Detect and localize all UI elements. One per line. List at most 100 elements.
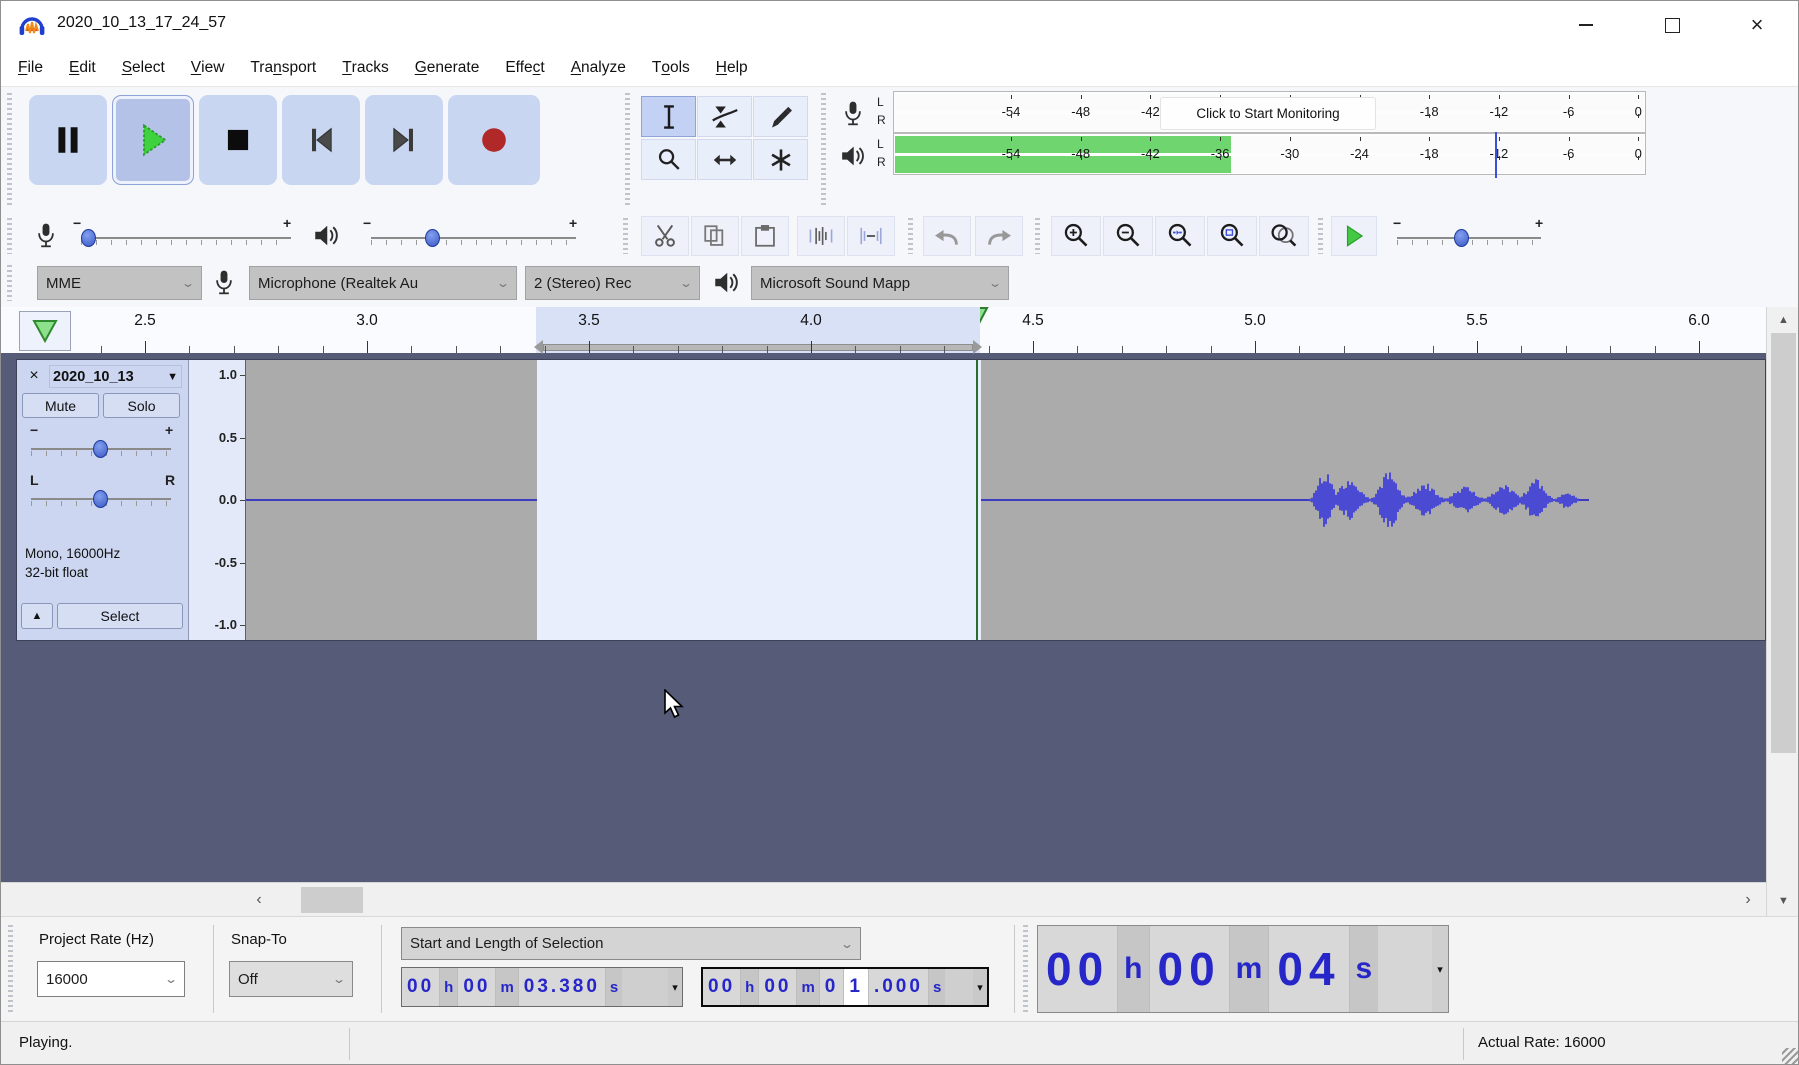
time-digits[interactable]: 00 [402, 968, 439, 1006]
time-unit[interactable]: h [1117, 926, 1148, 1012]
record-button[interactable] [448, 95, 540, 185]
time-digits[interactable]: 03.380 [518, 968, 605, 1006]
playback-device-select[interactable]: Microsoft Sound Mapp⌄ [751, 266, 1009, 300]
toolbar-grip[interactable] [6, 925, 15, 1013]
menu-help[interactable]: Help [703, 49, 761, 87]
mute-button[interactable]: Mute [22, 393, 99, 418]
skip-to-start-button[interactable] [282, 95, 360, 185]
play-meter-speaker-button[interactable] [835, 139, 871, 173]
pin-playhead-button[interactable] [19, 311, 71, 351]
scroll-down-arrow[interactable]: ▼ [1767, 890, 1799, 912]
record-volume-slider[interactable] [81, 237, 291, 239]
selection-start-field[interactable]: 00h00m03.380s ▾ [401, 967, 683, 1007]
time-unit[interactable]: h [439, 968, 457, 1006]
chevron-down-icon[interactable]: ▾ [668, 968, 682, 1006]
track-close-button[interactable]: × [23, 365, 45, 387]
snap-to-select[interactable]: Off⌄ [229, 961, 353, 997]
time-unit[interactable]: s [928, 969, 945, 1005]
vertical-scale-ruler[interactable]: 1.00.50.0-0.5-1.0 [189, 360, 246, 640]
time-digits[interactable]: 00 [1149, 926, 1229, 1012]
zoom-tool-button[interactable] [641, 139, 696, 180]
menu-view[interactable]: View [178, 49, 238, 87]
play-speed-slider-thumb[interactable] [1454, 229, 1469, 247]
recording-meter[interactable]: Click to Start Monitoring -54-48-42-36-3… [893, 91, 1646, 133]
track-canvas[interactable]: × 2020_10_13 ▼ Mute Solo − + L R Mono, 1… [1, 353, 1766, 882]
menu-transport[interactable]: Transport [237, 49, 329, 87]
recording-device-select[interactable]: Microphone (Realtek Au⌄ [249, 266, 517, 300]
time-shift-tool-button[interactable] [697, 139, 752, 180]
toolbar-grip[interactable] [5, 93, 14, 205]
time-unit[interactable]: s [1349, 926, 1379, 1012]
multi-tool-button[interactable] [753, 139, 808, 180]
close-button[interactable]: × [1714, 1, 1799, 49]
play-button[interactable] [112, 95, 194, 185]
draw-tool-button[interactable] [753, 96, 808, 137]
play-speed-slider[interactable] [1397, 237, 1541, 239]
toolbar-grip[interactable] [906, 218, 915, 254]
toolbar-grip[interactable] [819, 93, 828, 205]
audio-position-display[interactable]: 00h00m04s ▾ [1037, 925, 1449, 1013]
timeline-ruler[interactable]: 2.53.03.54.04.55.05.56.0 [1, 307, 1766, 355]
recording-channels-select[interactable]: 2 (Stereo) Rec⌄ [525, 266, 700, 300]
toolbar-grip[interactable] [623, 93, 632, 205]
time-digits[interactable]: 00 [457, 968, 495, 1006]
redo-button[interactable] [975, 216, 1023, 256]
solo-button[interactable]: Solo [103, 393, 180, 418]
horizontal-scrollbar[interactable]: ‹ › [1, 882, 1766, 916]
horizontal-scroll-thumb[interactable] [301, 887, 363, 913]
menu-generate[interactable]: Generate [402, 49, 493, 87]
play-at-speed-button[interactable] [1331, 216, 1377, 256]
toolbar-grip[interactable] [1033, 218, 1042, 254]
pause-button[interactable] [29, 95, 107, 185]
scroll-up-arrow[interactable]: ▲ [1767, 309, 1799, 331]
time-digits[interactable]: 04 [1268, 926, 1348, 1012]
quick-play-selection-bar[interactable] [543, 344, 973, 351]
time-digits[interactable]: 00 [703, 969, 740, 1005]
audio-host-select[interactable]: MME⌄ [37, 266, 202, 300]
envelope-tool-button[interactable] [697, 96, 752, 137]
paste-button[interactable] [741, 216, 789, 256]
project-rate-select[interactable]: 16000⌄ [37, 961, 185, 997]
time-digits[interactable]: 00 [758, 969, 796, 1005]
play-volume-slider-thumb[interactable] [425, 229, 440, 247]
time-digits[interactable]: 00 [1038, 926, 1117, 1012]
time-unit[interactable]: s [605, 968, 622, 1006]
monitoring-message[interactable]: Click to Start Monitoring [1160, 97, 1376, 130]
waveform-display[interactable] [246, 360, 1765, 640]
time-unit[interactable]: h [740, 969, 758, 1005]
time-digits[interactable]: 0 [819, 969, 844, 1005]
cut-button[interactable] [641, 216, 689, 256]
vertical-scroll-thumb[interactable] [1771, 333, 1796, 753]
chevron-down-icon[interactable]: ▾ [973, 969, 987, 1005]
toolbar-grip[interactable] [1316, 218, 1325, 254]
menu-analyze[interactable]: Analyze [558, 49, 639, 87]
vertical-scrollbar[interactable]: ▲ ▼ [1766, 307, 1799, 916]
menu-select[interactable]: Select [109, 49, 178, 87]
fit-project-button[interactable] [1207, 216, 1257, 256]
toolbar-grip[interactable] [5, 265, 14, 301]
time-unit[interactable]: m [1229, 926, 1269, 1012]
zoom-out-button[interactable] [1103, 216, 1153, 256]
time-unit[interactable]: m [796, 969, 818, 1005]
zoom-in-button[interactable] [1051, 216, 1101, 256]
gain-slider-thumb[interactable] [93, 440, 108, 458]
menu-file[interactable]: File [5, 49, 56, 87]
copy-button[interactable] [691, 216, 739, 256]
resize-grip[interactable] [1782, 1048, 1798, 1064]
menu-effect[interactable]: Effect [492, 49, 557, 87]
menu-tracks[interactable]: Tracks [329, 49, 402, 87]
play-volume-slider[interactable] [371, 237, 576, 239]
silence-audio-button[interactable] [847, 216, 895, 256]
toolbar-grip[interactable] [5, 218, 14, 254]
track-select-button[interactable]: Select [57, 603, 183, 629]
track-title-menu[interactable]: 2020_10_13 ▼ [49, 365, 182, 388]
chevron-down-icon[interactable]: ▾ [1432, 926, 1448, 1012]
fit-selection-button[interactable] [1155, 216, 1205, 256]
record-meter-mic-button[interactable] [835, 97, 871, 131]
undo-button[interactable] [923, 216, 971, 256]
time-unit[interactable]: m [495, 968, 517, 1006]
pan-slider-thumb[interactable] [93, 490, 108, 508]
toolbar-grip[interactable] [1021, 925, 1030, 1013]
scroll-right-arrow[interactable]: › [1733, 883, 1763, 916]
selection-tool-button[interactable] [641, 96, 696, 137]
